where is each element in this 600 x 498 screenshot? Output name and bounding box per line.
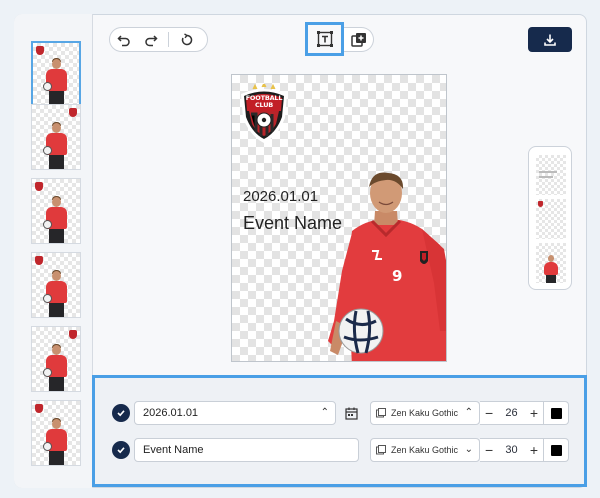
text-row-event: Event Name Zen Kaku Gothic ⌄ − 30 + bbox=[107, 438, 582, 462]
download-button[interactable] bbox=[528, 27, 572, 52]
thumbnail-6[interactable] bbox=[31, 400, 81, 466]
crest-icon bbox=[35, 256, 43, 265]
check-icon bbox=[117, 447, 125, 454]
thumbnail-3[interactable] bbox=[31, 178, 81, 244]
visibility-checkbox[interactable] bbox=[112, 404, 130, 422]
undo-button[interactable] bbox=[110, 28, 137, 51]
layer-preview-text[interactable] bbox=[536, 155, 566, 195]
increase-size-button[interactable]: + bbox=[530, 405, 538, 421]
date-text[interactable]: 2026.01.01 bbox=[243, 188, 318, 205]
font-size-stepper: − 26 + bbox=[480, 401, 544, 425]
thumbnail-4[interactable] bbox=[31, 252, 81, 318]
decrease-size-button[interactable]: − bbox=[485, 442, 493, 458]
chevron-up-icon[interactable]: ⌃ bbox=[321, 402, 329, 424]
player-image: 9 bbox=[328, 172, 446, 361]
player-image bbox=[43, 193, 69, 243]
event-name-field[interactable]: Event Name bbox=[134, 438, 359, 462]
font-icon bbox=[376, 408, 386, 418]
font-icon bbox=[376, 445, 386, 455]
thumbnail-2[interactable] bbox=[31, 104, 81, 170]
thumbnail-5[interactable] bbox=[31, 326, 81, 392]
history-toolbar bbox=[109, 27, 208, 52]
color-picker[interactable] bbox=[544, 438, 569, 462]
font-size-value[interactable]: 30 bbox=[505, 444, 517, 456]
reset-icon bbox=[181, 32, 192, 45]
color-swatch bbox=[550, 407, 562, 419]
check-icon bbox=[117, 410, 125, 417]
download-icon bbox=[544, 34, 556, 46]
redo-icon bbox=[144, 34, 158, 46]
chevron-up-icon: ⌃ bbox=[464, 407, 473, 418]
color-swatch bbox=[550, 444, 562, 456]
visibility-checkbox[interactable] bbox=[112, 441, 130, 459]
text-properties-panel: 2026.01.01 ⌃ Zen Kaku Gothic ⌃ − 26 + Ev… bbox=[92, 375, 587, 487]
event-name-value: Event Name bbox=[143, 444, 204, 456]
thumbnail-rail bbox=[14, 14, 93, 488]
color-picker[interactable] bbox=[544, 401, 569, 425]
crest-label: FOOTBALL CLUB bbox=[245, 94, 283, 109]
font-size-stepper: − 30 + bbox=[480, 438, 544, 462]
date-text-field[interactable]: 2026.01.01 ⌃ bbox=[134, 401, 336, 425]
player-image bbox=[43, 267, 69, 317]
crest-icon bbox=[69, 108, 77, 117]
date-text-value: 2026.01.01 bbox=[143, 407, 199, 419]
add-layer-icon bbox=[350, 32, 366, 47]
decrease-size-button[interactable]: − bbox=[485, 405, 493, 421]
toolbar-divider bbox=[168, 32, 169, 47]
increase-size-button[interactable]: + bbox=[530, 442, 538, 458]
crest-icon bbox=[69, 330, 77, 339]
crest-icon bbox=[35, 182, 43, 191]
layer-preview-player[interactable] bbox=[536, 243, 566, 283]
jersey-number: 9 bbox=[392, 267, 402, 285]
text-frame-icon bbox=[316, 31, 333, 47]
add-layer-button[interactable] bbox=[344, 27, 374, 52]
design-canvas[interactable]: FOOTBALL CLUB 2026.01.01 Event Name 9 bbox=[231, 74, 447, 362]
player-image bbox=[43, 415, 69, 465]
calendar-icon bbox=[344, 407, 358, 420]
thumbnail-1[interactable] bbox=[31, 41, 81, 107]
player-image bbox=[43, 119, 69, 169]
reset-button[interactable] bbox=[173, 28, 200, 51]
player-image bbox=[43, 341, 69, 391]
font-select[interactable]: Zen Kaku Gothic ⌃ bbox=[370, 401, 480, 425]
font-select-value: Zen Kaku Gothic bbox=[391, 408, 459, 418]
undo-icon bbox=[116, 34, 130, 46]
text-frame-button[interactable] bbox=[305, 22, 344, 56]
font-size-value[interactable]: 26 bbox=[505, 407, 517, 419]
player-image bbox=[43, 55, 69, 105]
club-crest-icon bbox=[241, 84, 287, 143]
crest-icon bbox=[35, 404, 43, 413]
chevron-down-icon: ⌄ bbox=[464, 444, 473, 455]
layer-preview-crest[interactable] bbox=[536, 199, 566, 239]
font-select-value: Zen Kaku Gothic bbox=[391, 445, 459, 455]
crest-icon bbox=[36, 46, 44, 55]
text-row-date: 2026.01.01 ⌃ Zen Kaku Gothic ⌃ − 26 + bbox=[107, 401, 582, 425]
font-select[interactable]: Zen Kaku Gothic ⌄ bbox=[370, 438, 480, 462]
redo-button[interactable] bbox=[137, 28, 164, 51]
layer-preview-strip bbox=[528, 146, 572, 290]
calendar-button[interactable] bbox=[340, 401, 362, 425]
